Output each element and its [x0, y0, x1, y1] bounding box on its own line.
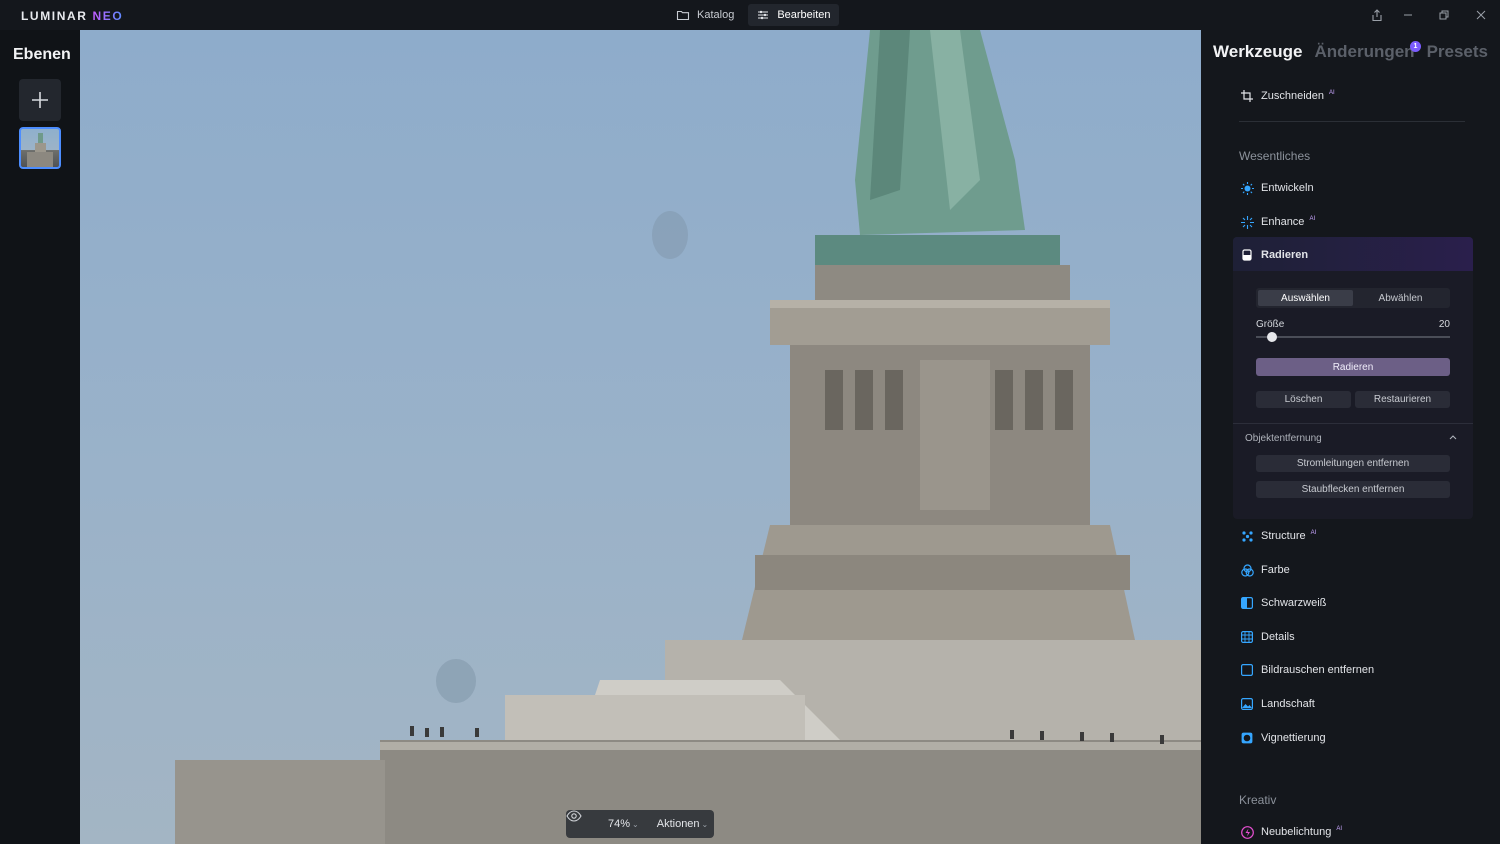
delete-button[interactable]: Löschen — [1256, 391, 1351, 408]
tab-aenderungen[interactable]: Änderungen — [1314, 42, 1414, 62]
bw-icon — [1240, 596, 1254, 610]
size-slider-track[interactable] — [1256, 336, 1450, 338]
tab-katalog[interactable]: Katalog — [668, 4, 742, 26]
photo-statue-of-liberty — [175, 30, 1201, 844]
photo-canvas[interactable]: 74% ⌄ Aktionen ⌄ — [80, 30, 1201, 844]
landscape-icon — [1240, 697, 1254, 711]
select-mode-toggle: Auswählen Abwählen — [1256, 288, 1450, 308]
select-button[interactable]: Auswählen — [1258, 290, 1353, 306]
tool-landschaft[interactable]: Landschaft — [1240, 694, 1315, 714]
layers-panel: Ebenen — [0, 30, 80, 844]
erase-button[interactable]: Radieren — [1256, 358, 1450, 376]
remove-dust-button[interactable]: Staubflecken entfernen — [1256, 481, 1450, 498]
divider — [1233, 423, 1473, 424]
title-bar: LUMINAR NEO Katalog Bearbeiten — [0, 0, 1500, 30]
tool-radieren[interactable]: Radieren — [1240, 245, 1308, 265]
sliders-icon — [758, 10, 769, 20]
tool-enhance[interactable]: Enhance AI — [1240, 212, 1315, 232]
remove-powerlines-button[interactable]: Stromleitungen entfernen — [1256, 455, 1450, 472]
section-wesentliches: Wesentliches — [1239, 149, 1311, 163]
tool-zuschneiden[interactable]: Zuschneiden AI — [1240, 86, 1335, 106]
chevron-up-icon[interactable] — [1449, 432, 1457, 442]
structure-icon — [1240, 529, 1254, 543]
size-label: Größe — [1256, 319, 1285, 330]
section-kreativ: Kreativ — [1239, 793, 1277, 807]
chevron-down-icon: ⌄ — [632, 820, 639, 829]
sun-icon — [1240, 181, 1254, 195]
panel-tabs: Werkzeuge Änderungen Presets 1 — [1213, 41, 1488, 62]
tool-details[interactable]: Details — [1240, 627, 1295, 647]
radieren-header[interactable]: Radieren — [1233, 237, 1473, 271]
divider — [1239, 121, 1465, 122]
folder-icon — [676, 10, 690, 21]
tab-presets[interactable]: Presets — [1427, 42, 1488, 62]
sparkle-icon — [1240, 215, 1254, 229]
actions-dropdown[interactable]: Aktionen ⌄ — [657, 818, 709, 830]
plus-icon — [32, 92, 48, 108]
restore-icon[interactable] — [1426, 0, 1462, 30]
tab-werkzeuge[interactable]: Werkzeuge — [1213, 42, 1302, 62]
tool-neubelichtung[interactable]: Neubelichtung AI — [1240, 822, 1342, 842]
eye-icon[interactable] — [566, 810, 600, 837]
eraser-icon — [1240, 248, 1254, 262]
crop-icon — [1240, 89, 1254, 103]
layer-thumbnail[interactable] — [19, 127, 61, 169]
tool-farbe[interactable]: Farbe — [1240, 560, 1290, 580]
minimize-icon[interactable] — [1390, 0, 1426, 30]
noise-icon — [1240, 663, 1254, 677]
tool-vignettierung[interactable]: Vignettierung — [1240, 728, 1326, 748]
changes-count-badge: 1 — [1410, 41, 1421, 52]
mode-tabs: Katalog Bearbeiten — [668, 4, 839, 26]
restore-button[interactable]: Restaurieren — [1355, 391, 1450, 408]
app-logo: LUMINAR NEO — [21, 9, 124, 23]
relight-icon — [1240, 825, 1254, 839]
tab-bearbeiten[interactable]: Bearbeiten — [748, 4, 839, 26]
color-icon — [1240, 563, 1254, 577]
canvas-toolbar: 74% ⌄ Aktionen ⌄ — [566, 810, 714, 838]
deselect-button[interactable]: Abwählen — [1353, 290, 1448, 306]
chevron-down-icon: ⌄ — [701, 820, 709, 829]
zoom-dropdown[interactable]: 74% ⌄ — [608, 818, 639, 830]
tool-bildrauschen[interactable]: Bildrauschen entfernen — [1240, 660, 1374, 680]
size-slider-thumb[interactable] — [1266, 332, 1277, 342]
layers-title: Ebenen — [13, 46, 71, 63]
tool-structure[interactable]: Structure AI — [1240, 526, 1316, 546]
close-icon[interactable] — [1463, 0, 1499, 30]
size-value: 20 — [1438, 319, 1450, 330]
tool-schwarzweiss[interactable]: Schwarzweiß — [1240, 593, 1326, 613]
radieren-panel: Radieren Auswählen Abwählen Größe 20 Rad… — [1233, 237, 1473, 519]
details-icon — [1240, 630, 1254, 644]
object-removal-title: Objektentfernung — [1245, 433, 1322, 444]
vignette-icon — [1240, 731, 1254, 745]
tools-panel: Werkzeuge Änderungen Presets 1 Zuschneid… — [1201, 30, 1500, 844]
tool-entwickeln[interactable]: Entwickeln — [1240, 178, 1314, 198]
add-layer-button[interactable] — [19, 79, 61, 121]
